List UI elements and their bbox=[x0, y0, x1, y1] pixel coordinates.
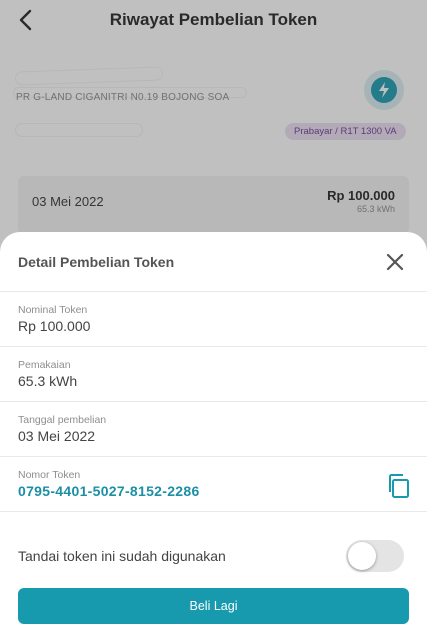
copy-icon[interactable] bbox=[386, 473, 412, 499]
close-icon[interactable] bbox=[383, 250, 407, 274]
field-value: Rp 100.000 bbox=[18, 318, 91, 334]
field-label: Nomor Token bbox=[18, 469, 81, 481]
field-nominal-token: Nominal Token Rp 100.000 bbox=[0, 292, 427, 347]
field-label: Nominal Token bbox=[18, 304, 88, 316]
token-number[interactable]: 0795-4401-5027-8152-2286 bbox=[18, 483, 200, 499]
token-detail-sheet: Detail Pembelian Token Nominal Token Rp … bbox=[0, 232, 427, 640]
mark-used-label: Tandai token ini sudah digunakan bbox=[18, 548, 226, 564]
mark-used-toggle[interactable] bbox=[346, 540, 404, 572]
toggle-knob bbox=[348, 542, 376, 570]
field-value: 65.3 kWh bbox=[18, 373, 78, 389]
field-tanggal-pembelian: Tanggal pembelian 03 Mei 2022 bbox=[0, 402, 427, 457]
sheet-header: Detail Pembelian Token bbox=[0, 232, 427, 292]
field-label: Tanggal pembelian bbox=[18, 414, 107, 426]
buy-again-button[interactable]: Beli Lagi bbox=[18, 588, 409, 624]
field-value: 03 Mei 2022 bbox=[18, 428, 96, 444]
field-pemakaian: Pemakaian 65.3 kWh bbox=[0, 347, 427, 402]
field-nomor-token: Nomor Token 0795-4401-5027-8152-2286 bbox=[0, 457, 427, 512]
sheet-title: Detail Pembelian Token bbox=[18, 254, 175, 270]
field-label: Pemakaian bbox=[18, 359, 71, 371]
mark-used-row: Tandai token ini sudah digunakan bbox=[0, 532, 427, 582]
